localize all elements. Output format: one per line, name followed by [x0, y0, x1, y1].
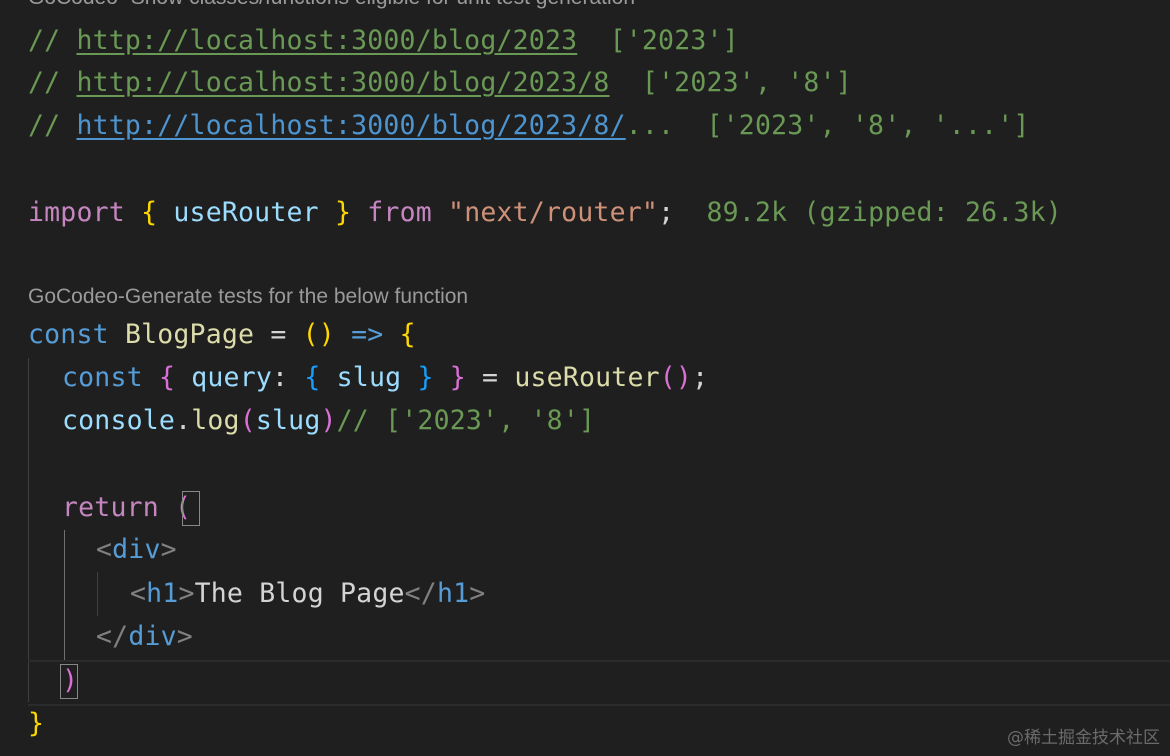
div-tag[interactable]: div: [112, 534, 160, 565]
code-editor[interactable]: GoCodeo- Show classes/functions eligible…: [0, 0, 1170, 756]
keyword-const: const: [62, 362, 143, 393]
tag-close-lt: </: [96, 621, 129, 652]
colon: :: [272, 362, 289, 393]
comment-prefix: //: [28, 110, 77, 141]
dot: .: [175, 405, 192, 436]
console-log-line: console.log(slug)// ['2023', '8']: [62, 399, 595, 442]
brace: {: [141, 197, 158, 228]
brace: }: [417, 362, 434, 393]
jsx-h1-line: <h1>The Blog Page</h1>: [130, 572, 485, 615]
codelens-show-classes[interactable]: GoCodeo- Show classes/functions eligible…: [28, 0, 635, 10]
comment-line-2: // http://localhost:3000/blog/2023/8 ['2…: [28, 61, 852, 104]
brace: }: [334, 197, 352, 228]
userouter-call[interactable]: useRouter: [514, 362, 659, 393]
parens: (): [659, 362, 693, 393]
comment-line-3: // http://localhost:3000/blog/2023/8/...…: [28, 104, 1030, 147]
semicolon: ;: [658, 197, 675, 228]
tag-close-lt: </: [404, 578, 437, 609]
tag-lt: <: [96, 534, 113, 565]
slug-arg[interactable]: slug: [256, 405, 321, 436]
keyword-import: import: [28, 197, 125, 228]
comment-prefix: //: [28, 25, 77, 56]
keyword-return: return: [62, 492, 159, 523]
h1-text: The Blog Page: [194, 578, 405, 609]
import-line: import { useRouter } from "next/router";…: [28, 191, 1062, 234]
blogpage-declaration-line: const BlogPage = () => {: [28, 313, 416, 356]
indent-guide: [97, 572, 98, 616]
comment-url-link[interactable]: http://localhost:3000/blog/2023: [76, 25, 577, 56]
import-cost-annotation: 89.2k (gzipped: 26.3k): [674, 197, 1062, 228]
comment-url-link[interactable]: http://localhost:3000/blog/2023/8: [76, 67, 609, 98]
watermark: @稀土掘金技术社区: [1007, 728, 1160, 748]
current-line-highlight: [28, 660, 1170, 706]
indent-guide: [28, 358, 29, 702]
matching-bracket-highlight: [182, 491, 200, 526]
keyword-from: from: [367, 197, 432, 228]
query-destructure-line: const { query: { slug } } = useRouter();: [62, 356, 708, 399]
module-string[interactable]: "next/router": [448, 197, 658, 228]
tag-gt: >: [176, 621, 193, 652]
comment-params: ['2023']: [577, 25, 739, 56]
console-identifier[interactable]: console: [62, 405, 175, 436]
inline-comment: // ['2023', '8']: [336, 405, 596, 436]
log-method[interactable]: log: [191, 405, 239, 436]
equals: =: [465, 362, 515, 393]
brace: {: [304, 362, 321, 393]
brace: }: [449, 362, 466, 393]
comment-url-rest: ...: [625, 110, 675, 141]
tag-lt: <: [130, 578, 147, 609]
brace: {: [158, 362, 176, 393]
slug-identifier[interactable]: slug: [337, 362, 402, 393]
jsx-div-open-line: <div>: [96, 528, 177, 571]
arrow: =>: [334, 319, 400, 350]
tag-gt: >: [469, 578, 486, 609]
semicolon: ;: [692, 362, 709, 393]
comment-params: ['2023', '8', '...']: [674, 110, 1030, 141]
tag-gt: >: [160, 534, 177, 565]
paren-close: ): [320, 405, 337, 436]
return-line: return (: [62, 486, 191, 529]
comment-params: ['2023', '8']: [609, 67, 852, 98]
comment-line-1: // http://localhost:3000/blog/2023 ['202…: [28, 19, 739, 62]
function-name[interactable]: BlogPage: [125, 319, 254, 350]
paren-open: (: [239, 405, 256, 436]
equals: =: [254, 319, 303, 350]
h1-tag[interactable]: h1: [146, 578, 178, 609]
jsx-div-close-line: </div>: [96, 615, 193, 658]
matching-bracket-highlight: [60, 664, 78, 699]
keyword-const: const: [28, 319, 109, 350]
comment-prefix: //: [28, 67, 77, 98]
import-name[interactable]: useRouter: [173, 197, 318, 228]
closing-brace: }: [28, 708, 45, 739]
div-close-tag[interactable]: div: [128, 621, 176, 652]
indent-guide-active: [64, 530, 65, 660]
tag-gt: >: [178, 578, 195, 609]
brace-open: {: [399, 319, 416, 350]
codelens-generate-tests[interactable]: GoCodeo-Generate tests for the below fun…: [28, 285, 468, 309]
parens: (): [302, 319, 335, 350]
comment-url-link-hover[interactable]: http://localhost:3000/blog/2023/8/: [76, 110, 625, 141]
h1-close-tag[interactable]: h1: [437, 578, 469, 609]
query-identifier[interactable]: query: [191, 362, 272, 393]
closing-brace-line: }: [28, 702, 44, 745]
